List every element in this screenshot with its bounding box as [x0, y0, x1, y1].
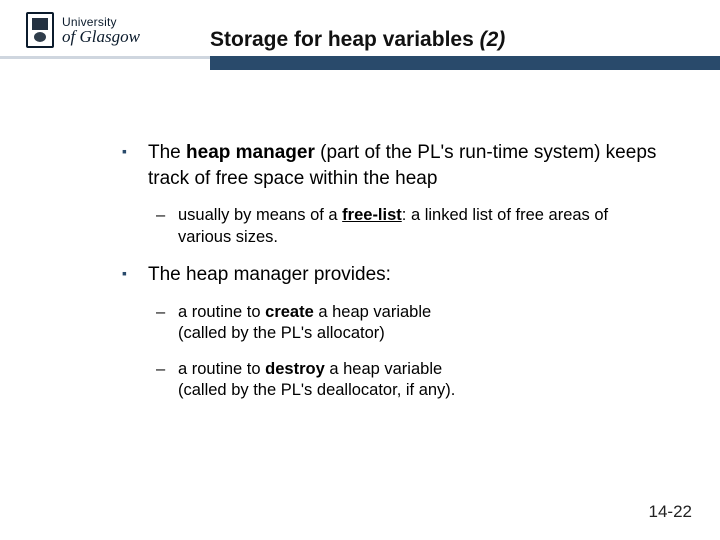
- b2s2-line2: (called by the PL's deallocator, if any)…: [178, 381, 455, 399]
- b2-text: The heap manager provides:: [148, 264, 391, 285]
- b2-sub-list: a routine to create a heap variable (cal…: [156, 302, 660, 402]
- bullet-2: The heap manager provides: a routine to …: [120, 262, 660, 401]
- b1s1-bold: free-list: [342, 206, 402, 224]
- page-number: 14-22: [649, 502, 692, 522]
- b1-bold: heap manager: [186, 142, 315, 163]
- b1-pre: The: [148, 142, 186, 163]
- logo-text: University of Glasgow: [62, 16, 140, 45]
- b2s2-bold: destroy: [265, 360, 325, 378]
- b1-sub1: usually by means of a free-list: a linke…: [156, 205, 660, 248]
- title-rule: [0, 56, 720, 59]
- b2-sub2: a routine to destroy a heap variable (ca…: [156, 359, 660, 402]
- slide: University of Glasgow Storage for heap v…: [0, 0, 720, 540]
- b2s1-line2: (called by the PL's allocator): [178, 324, 385, 342]
- b1-sub-list: usually by means of a free-list: a linke…: [156, 205, 660, 248]
- university-logo: University of Glasgow: [26, 12, 140, 48]
- b2s1-post: a heap variable: [314, 303, 431, 321]
- header: University of Glasgow Storage for heap v…: [0, 0, 720, 68]
- rule-dark: [210, 56, 720, 70]
- crest-icon: [26, 12, 54, 48]
- title-main: Storage for heap variables: [210, 28, 480, 51]
- logo-line1: University: [62, 16, 140, 28]
- bullet-1: The heap manager (part of the PL's run-t…: [120, 140, 660, 248]
- b2s2-pre: a routine to: [178, 360, 265, 378]
- slide-title: Storage for heap variables (2): [210, 28, 505, 52]
- content: The heap manager (part of the PL's run-t…: [120, 140, 660, 416]
- bullet-list: The heap manager (part of the PL's run-t…: [120, 140, 660, 402]
- b2s2-post: a heap variable: [325, 360, 442, 378]
- b2s1-pre: a routine to: [178, 303, 265, 321]
- b1s1-pre: usually by means of a: [178, 206, 342, 224]
- b2s1-bold: create: [265, 303, 314, 321]
- b2-sub1: a routine to create a heap variable (cal…: [156, 302, 660, 345]
- title-italic: (2): [480, 28, 506, 51]
- logo-line2: of Glasgow: [62, 28, 140, 45]
